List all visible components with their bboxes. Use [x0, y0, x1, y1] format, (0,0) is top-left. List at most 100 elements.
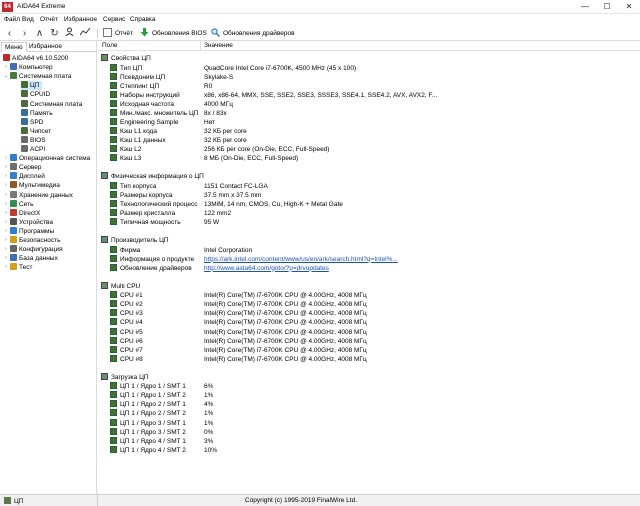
field-row[interactable]: Псевдоним ЦП [110, 72, 165, 82]
menu-favorites[interactable]: Избранное [64, 16, 97, 23]
up-icon[interactable]: ∧ [33, 27, 46, 40]
tree-item[interactable]: DirectX [10, 208, 40, 218]
column-divider[interactable] [200, 41, 201, 51]
tab-favorites[interactable]: Избранное [26, 42, 65, 52]
user-icon[interactable] [63, 27, 76, 40]
column-value-header[interactable]: Значение [204, 42, 233, 49]
field-row[interactable]: Информация о продукте [110, 254, 194, 264]
field-row[interactable]: Тип ЦП [110, 63, 142, 73]
expand-arrow-icon[interactable]: › [3, 254, 9, 263]
bios-update-button[interactable]: Обновления BIOS [140, 28, 207, 39]
tree-item[interactable]: Хранение данных [10, 190, 73, 200]
field-row[interactable]: CPU #7 [110, 345, 143, 355]
field-row[interactable]: ЦП 1 / Ядро 3 / SMT 1 [110, 418, 186, 428]
tree-item[interactable]: Системная плата [10, 72, 71, 81]
minimize-button[interactable]: — [574, 0, 596, 14]
field-row[interactable]: Engineering Sample [110, 117, 179, 127]
value-link[interactable]: http://www.aida64.com/goto/?p=drvupdates [204, 264, 329, 273]
forward-icon[interactable]: › [18, 27, 31, 40]
close-button[interactable]: ✕ [618, 0, 640, 14]
field-row[interactable]: Кэш L3 [110, 154, 141, 163]
field-row[interactable]: ЦП 1 / Ядро 2 / SMT 1 [110, 400, 186, 409]
field-row[interactable]: Обновление драйверов [110, 263, 192, 273]
menu-file[interactable]: Файл [4, 16, 20, 23]
tree-item[interactable]: Дисплей [10, 172, 45, 181]
expand-arrow-icon[interactable]: › [3, 63, 9, 72]
expand-arrow-icon[interactable]: › [3, 227, 9, 236]
tree-item[interactable]: ЦП [21, 81, 43, 91]
field-row[interactable]: CPU #5 [110, 327, 143, 337]
field-row[interactable]: Мин./макс. множитель ЦП [110, 108, 198, 118]
field-row[interactable]: ЦП 1 / Ядро 3 / SMT 2 [110, 427, 186, 437]
tree-item[interactable]: Конфигурация [10, 245, 63, 254]
back-icon[interactable]: ‹ [3, 27, 16, 40]
field-row[interactable]: CPU #2 [110, 300, 143, 309]
tree-item[interactable]: Компьютер [10, 63, 53, 72]
tree-item[interactable]: Мультимедиа [10, 181, 60, 190]
field-row[interactable]: CPU #3 [110, 309, 143, 318]
tree-item[interactable]: AIDA64 v6.10.5200 [3, 54, 68, 63]
report-button[interactable]: Отчёт [103, 28, 133, 39]
expand-arrow-icon[interactable]: › [3, 181, 9, 190]
tree-item[interactable]: Безопасность [10, 236, 60, 245]
field-row[interactable]: CPU #1 [110, 291, 143, 300]
expand-arrow-icon[interactable]: › [3, 191, 9, 200]
field-row[interactable]: ЦП 1 / Ядро 4 / SMT 1 [110, 436, 186, 446]
expand-arrow-icon[interactable]: › [3, 163, 9, 172]
field-row[interactable]: ЦП 1 / Ядро 1 / SMT 2 [110, 391, 186, 400]
menu-report[interactable]: Отчёт [40, 16, 58, 23]
tree-item[interactable]: Чипсет [21, 126, 51, 136]
maximize-button[interactable]: ☐ [596, 0, 618, 14]
field-row[interactable]: Степпинг ЦП [110, 81, 159, 91]
field-row[interactable]: ЦП 1 / Ядро 2 / SMT 2 [110, 409, 186, 418]
field-row[interactable]: Фирма [110, 245, 140, 255]
field-row[interactable]: Размеры корпуса [110, 190, 173, 200]
expand-arrow-icon[interactable]: › [3, 218, 9, 227]
tree-item[interactable]: База данных [10, 254, 58, 263]
tree-item[interactable]: SPD [21, 117, 43, 127]
tree-item[interactable]: Память [21, 108, 53, 118]
tree-item[interactable]: CPUID [21, 90, 50, 99]
expand-arrow-icon[interactable]: › [3, 236, 9, 245]
tree-item[interactable]: Устройства [10, 217, 53, 227]
field-row[interactable]: Кэш L1 данных [110, 135, 166, 145]
expand-arrow-icon[interactable]: › [3, 263, 9, 272]
field-row[interactable]: ЦП 1 / Ядро 4 / SMT 2 [110, 445, 186, 455]
field-row[interactable]: Тип корпуса [110, 181, 156, 191]
expand-arrow-icon[interactable]: › [3, 172, 9, 181]
tab-menu[interactable]: Меню [1, 42, 27, 52]
expand-arrow-icon[interactable]: › [3, 245, 9, 254]
field-row[interactable]: Исходная частота [110, 99, 174, 109]
driver-update-button[interactable]: Обновления драйверов [211, 28, 295, 39]
field-row[interactable]: Кэш L1 кода [110, 126, 157, 136]
tree-item[interactable]: BIOS [21, 135, 46, 145]
collapse-arrow-icon[interactable]: ⌄ [3, 72, 9, 81]
chart-icon[interactable] [78, 27, 91, 40]
menu-service[interactable]: Сервис [103, 16, 125, 23]
tree-item[interactable]: Тест [10, 263, 32, 272]
tree-item[interactable]: ACPI [21, 145, 45, 154]
field-label: Кэш L2 [120, 146, 142, 153]
expand-arrow-icon[interactable]: › [3, 209, 9, 218]
field-row[interactable]: CPU #4 [110, 318, 143, 327]
tree-item[interactable]: Сеть [10, 199, 33, 209]
column-field-header[interactable]: Поле [102, 42, 118, 49]
field-row[interactable]: CPU #6 [110, 336, 143, 346]
tree-item[interactable]: Программы [10, 226, 54, 236]
field-row[interactable]: ЦП 1 / Ядро 1 / SMT 1 [110, 382, 186, 391]
tree-item[interactable]: Операционная система [10, 154, 90, 163]
expand-arrow-icon[interactable]: › [3, 154, 9, 163]
tree-item[interactable]: Сервер [10, 163, 42, 172]
field-row[interactable]: Наборы инструкций [110, 90, 180, 100]
refresh-icon[interactable]: ↻ [48, 27, 61, 40]
field-row[interactable]: CPU #8 [110, 354, 143, 364]
tree-item[interactable]: Системная плата [21, 99, 82, 109]
menu-view[interactable]: Вид [22, 16, 34, 23]
field-row[interactable]: Кэш L2 [110, 145, 141, 154]
field-row[interactable]: Типичная мощность [110, 217, 181, 227]
field-row[interactable]: Технологический процесс [110, 199, 198, 209]
field-row[interactable]: Размер кристалла [110, 208, 175, 218]
value-link[interactable]: https://ark.intel.com/content/www/us/en/… [204, 255, 398, 264]
expand-arrow-icon[interactable]: › [3, 200, 9, 209]
menu-help[interactable]: Справка [130, 16, 156, 23]
